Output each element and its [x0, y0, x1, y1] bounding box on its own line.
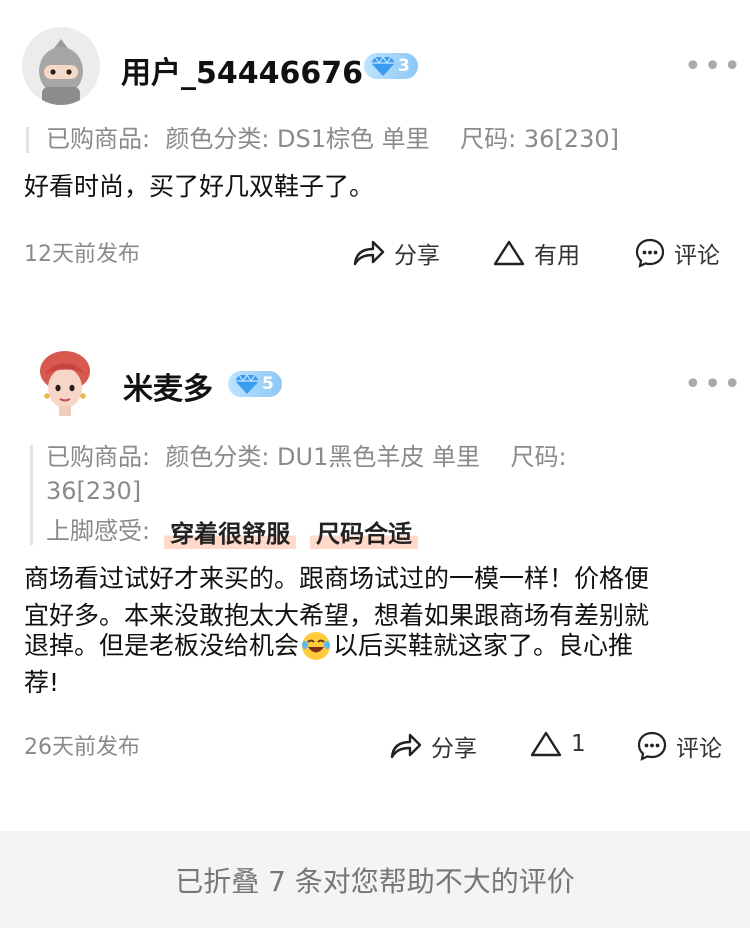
share-label: 分享: [431, 736, 477, 762]
review-content-line: 荐!: [24, 668, 60, 697]
share-icon: [390, 733, 422, 759]
more-options-button[interactable]: •••: [684, 52, 743, 82]
folded-reviews-label: 已折叠 7 条对您帮助不大的评价: [175, 864, 575, 898]
review-content-line: 商场看过试好才来买的。跟商场试过的一模一样！价格便: [24, 564, 650, 593]
user-avatar[interactable]: [22, 27, 100, 105]
diamond-icon: [371, 55, 395, 76]
review-content-text: 以后买鞋就这家了。良心推: [333, 631, 634, 660]
ninja-avatar-icon: [22, 27, 100, 105]
purchased-spec: 已购商品: 颜色分类: DU1黑色羊皮 单里 尺码:: [46, 443, 567, 471]
fit-feeling-row: 上脚感受: 穿着很舒服 尺码合适: [46, 512, 419, 550]
comment-label: 评论: [676, 736, 722, 762]
comment-icon: [637, 731, 667, 761]
spec-divider: [30, 445, 33, 545]
share-button[interactable]: 分享: [389, 729, 477, 763]
share-icon: [353, 240, 385, 266]
review-content-line: 退掉。但是老板没给机会 以后买鞋就这家了。良心推: [24, 627, 633, 664]
level-number: 5: [262, 374, 274, 394]
post-time: 12天前发布: [24, 242, 140, 267]
more-options-button[interactable]: •••: [684, 370, 743, 400]
comment-label: 评论: [674, 243, 720, 269]
post-time: 26天前发布: [24, 735, 140, 760]
user-avatar[interactable]: [26, 344, 104, 422]
triangle-icon: [493, 240, 525, 266]
girl-avatar-icon: [26, 344, 104, 422]
feel-label: 上脚感受:: [46, 517, 151, 545]
useful-count: 1: [571, 731, 586, 757]
review-content-text: 退掉。但是老板没给机会: [24, 631, 300, 660]
comment-icon: [635, 238, 665, 268]
review-content: 好看时尚，买了好几双鞋子了。: [24, 172, 375, 201]
comment-button[interactable]: 评论: [634, 236, 720, 270]
laughing-emoji-icon: [302, 631, 331, 660]
share-button[interactable]: 分享: [352, 236, 440, 270]
feel-tag: 尺码合适: [310, 513, 419, 549]
useful-button[interactable]: 1: [529, 729, 586, 759]
purchased-spec: 已购商品: 颜色分类: DS1棕色 单里 尺码: 36[230]: [46, 125, 619, 153]
username[interactable]: 用户_54446676: [121, 48, 363, 92]
level-number: 3: [398, 56, 410, 76]
useful-button[interactable]: 有用: [492, 236, 580, 270]
share-label: 分享: [394, 243, 440, 269]
feel-tag: 穿着很舒服: [164, 513, 297, 549]
level-badge: 3: [364, 53, 418, 79]
diamond-icon: [235, 373, 259, 394]
purchased-size: 36[230]: [46, 477, 142, 505]
username[interactable]: 米麦多: [123, 364, 213, 408]
folded-reviews-bar[interactable]: 已折叠 7 条对您帮助不大的评价: [0, 831, 750, 928]
triangle-icon: [530, 731, 562, 757]
useful-label: 有用: [534, 243, 580, 269]
comment-button[interactable]: 评论: [636, 729, 722, 763]
spec-divider: [26, 127, 29, 153]
level-badge: 5: [228, 371, 282, 397]
